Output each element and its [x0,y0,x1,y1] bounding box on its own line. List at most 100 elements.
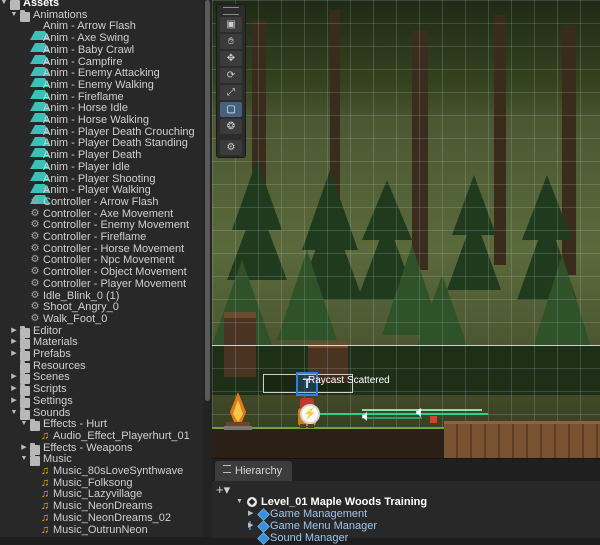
custom-tool-icon[interactable]: ⚙︎ [220,140,242,155]
animator-controller-icon: ⚙ [30,243,40,254]
folder-music[interactable]: ▼ Music [0,453,203,466]
asset-controller[interactable]: ⚙ Controller - Object Movement [0,266,203,278]
asset-audio-label: Music_OutrunNeon [53,524,148,536]
asset-controller[interactable]: ⚙ Controller - Npc Movement [0,254,203,266]
folder-item[interactable]: ▶ Scripts [0,383,203,396]
chevron-right-icon[interactable]: ▶ [10,348,18,360]
wooden-bridge [444,421,600,458]
chevron-right-icon[interactable]: ▶ [10,371,18,383]
asset-animation[interactable]: Anim - Arrow Flash [0,20,203,40]
raycast-ray [320,413,488,415]
asset-controller[interactable]: ⚙ Controller - Arrow Flash [0,196,203,208]
folder-effects-hurt[interactable]: ▼ Effects - Hurt [0,418,203,431]
asset-animation[interactable]: Anim - Enemy Attacking [0,67,203,87]
asset-controller[interactable]: ⚙ Controller - Enemy Movement [0,219,203,231]
project-scrollbar[interactable] [203,0,212,537]
animator-controller-icon: ⚙ [30,254,40,265]
chevron-down-icon[interactable]: ▼ [0,0,8,9]
audio-clip-icon: ♫ [40,512,50,524]
chevron-right-icon[interactable]: ▶ [10,336,18,348]
asset-audio[interactable]: ♫ Music_Lazyvillage [0,488,203,500]
chevron-right-icon[interactable]: ▶ [248,508,253,520]
asset-audio[interactable]: ♫ Music_NeonDreams_02 [0,512,203,524]
project-scrollbar-thumb[interactable] [205,0,210,401]
asset-controller[interactable]: ⚙ Walk_Foot_0 [0,313,203,325]
audio-clip-icon: ♫ [40,488,50,500]
asset-animation[interactable]: Anim - Player Walking [0,184,203,204]
asset-audio-label: Audio_Effect_Playerhurt_01 [53,430,190,442]
audio-clip-icon: ♫ [40,477,50,489]
rotate-tool-icon[interactable]: ⟳ [220,68,242,83]
campfire-sprite[interactable] [224,392,252,430]
move-tool-icon[interactable]: ✥ [220,51,242,66]
scene-name: Level_01 Maple Woods Training [261,496,428,508]
asset-animation-label: Anim - Player Death Standing [43,137,188,149]
folder-item[interactable]: ▶ Scenes [0,371,203,384]
transform-tool-icon[interactable]: ❂ [220,119,242,134]
folder-item[interactable]: ▶ Materials [0,336,203,349]
chevron-down-icon[interactable]: ▼ [20,453,28,465]
asset-audio[interactable]: ♫ Music_NeonDreams [0,500,203,512]
chevron-right-icon[interactable]: ▶ [10,383,18,395]
chevron-down-icon[interactable]: ▼ [20,418,28,430]
animator-controller-icon: ⚙ [30,290,40,301]
asset-controller[interactable]: ⚙ Shoot_Angry_0 [0,301,203,313]
asset-animation[interactable]: Anim - Player Idle [0,161,203,181]
scene-root-row[interactable]: ▼ ◆ Level_01 Maple Woods Training [212,496,600,508]
hierarchy-item[interactable]: Sound Manager [212,532,600,545]
folder-item[interactable]: ▶ Settings [0,395,203,408]
toolbar-drag-handle[interactable] [223,7,239,15]
animator-controller-icon: ⚙ [30,219,40,230]
asset-animation-label: Anim - Player Walking [43,184,151,196]
asset-audio-label: Music_80sLoveSynthwave [53,465,184,477]
chevron-right-icon[interactable]: ▶ [10,395,18,407]
chevron-down-icon[interactable]: ▼ [236,496,243,508]
asset-controller[interactable]: ⚙ Controller - Player Movement [0,278,203,290]
asset-controller-label: Controller - Player Movement [43,278,187,290]
animator-controller-icon: ⚙ [30,196,40,207]
folder-item-label: Scenes [33,371,70,383]
asset-controller-label: Shoot_Angry_0 [43,301,119,313]
asset-animation[interactable]: Anim - Horse Walking [0,114,203,134]
asset-controller[interactable]: ⚙ Controller - Fireflame [0,231,203,243]
hierarchy-item-label: Sound Manager [270,532,349,544]
asset-animation-label: Anim - Horse Idle [43,102,128,114]
folder-item-label: Materials [33,336,78,348]
asset-animation[interactable]: Anim - Player Death [0,149,203,169]
asset-animation[interactable]: Anim - Player Death Standing [0,137,203,157]
audio-clip-icon: ♫ [40,524,50,536]
asset-audio-label: Music_NeonDreams [53,500,153,512]
chevron-right-icon[interactable]: ▶ [248,520,253,532]
hierarchy-item-label: Game Menu Manager [270,520,377,532]
asset-audio[interactable]: ♫ Audio_Effect_Playerhurt_01 [0,430,203,442]
tab-hierarchy[interactable]: Hierarchy [215,461,293,481]
asset-audio[interactable]: ♫ Music_OutrunNeon [0,524,203,536]
tab-hierarchy-label: Hierarchy [235,465,283,477]
rect-tool-icon[interactable]: ▢ [220,102,242,117]
folder-item-label: Scripts [33,383,67,395]
scale-tool-icon[interactable]: ⤢ [220,85,242,100]
asset-animation[interactable]: Anim - Horse Idle [0,102,203,122]
menu-lines-icon [223,465,231,473]
hierarchy-item[interactable]: ▶ Game Menu Manager [212,520,600,533]
raycast-label: Raycast Scattered [308,375,390,386]
asset-controller-label: Controller - Fireflame [43,231,147,243]
asset-animation[interactable]: Anim - Baby Crawl [0,44,203,64]
hierarchy-panel: Hierarchy +▾ ▼ ◆ Level_01 Maple Woods Tr… [212,458,600,545]
folder-music-label: Music [43,453,72,465]
hand-tool-icon[interactable]: ✋︎ [220,34,242,49]
hierarchy-item[interactable]: ▶ Game Management [212,508,600,521]
asset-animation-label: Anim - Enemy Walking [43,79,154,91]
folder-item[interactable]: ▶ Prefabs [0,348,203,361]
folder-assets[interactable]: ▼ Assets [0,0,203,10]
animator-controller-icon: ⚙ [30,208,40,219]
asset-animation[interactable]: Anim - Enemy Walking [0,79,203,99]
view-2d-icon[interactable]: ▣ [220,17,242,32]
asset-animation[interactable]: Anim - Axe Swing [0,32,203,52]
project-panel: ▼ Assets ▼ Animations Anim - Arrow Flash Anim… [0,0,203,537]
asset-animation-label: Anim - Player Death [43,149,142,161]
animator-controller-icon: ⚙ [30,301,40,312]
asset-audio[interactable]: ♫ Music_80sLoveSynthwave [0,465,203,477]
scene-view[interactable]: ⚡ 🔈︎ 🔈︎ T Raycast Scattered ▣ ✋︎ ✥ ⟳ ⤢ ▢… [212,0,600,458]
audio-source-icon: 🔈︎ [362,408,372,425]
